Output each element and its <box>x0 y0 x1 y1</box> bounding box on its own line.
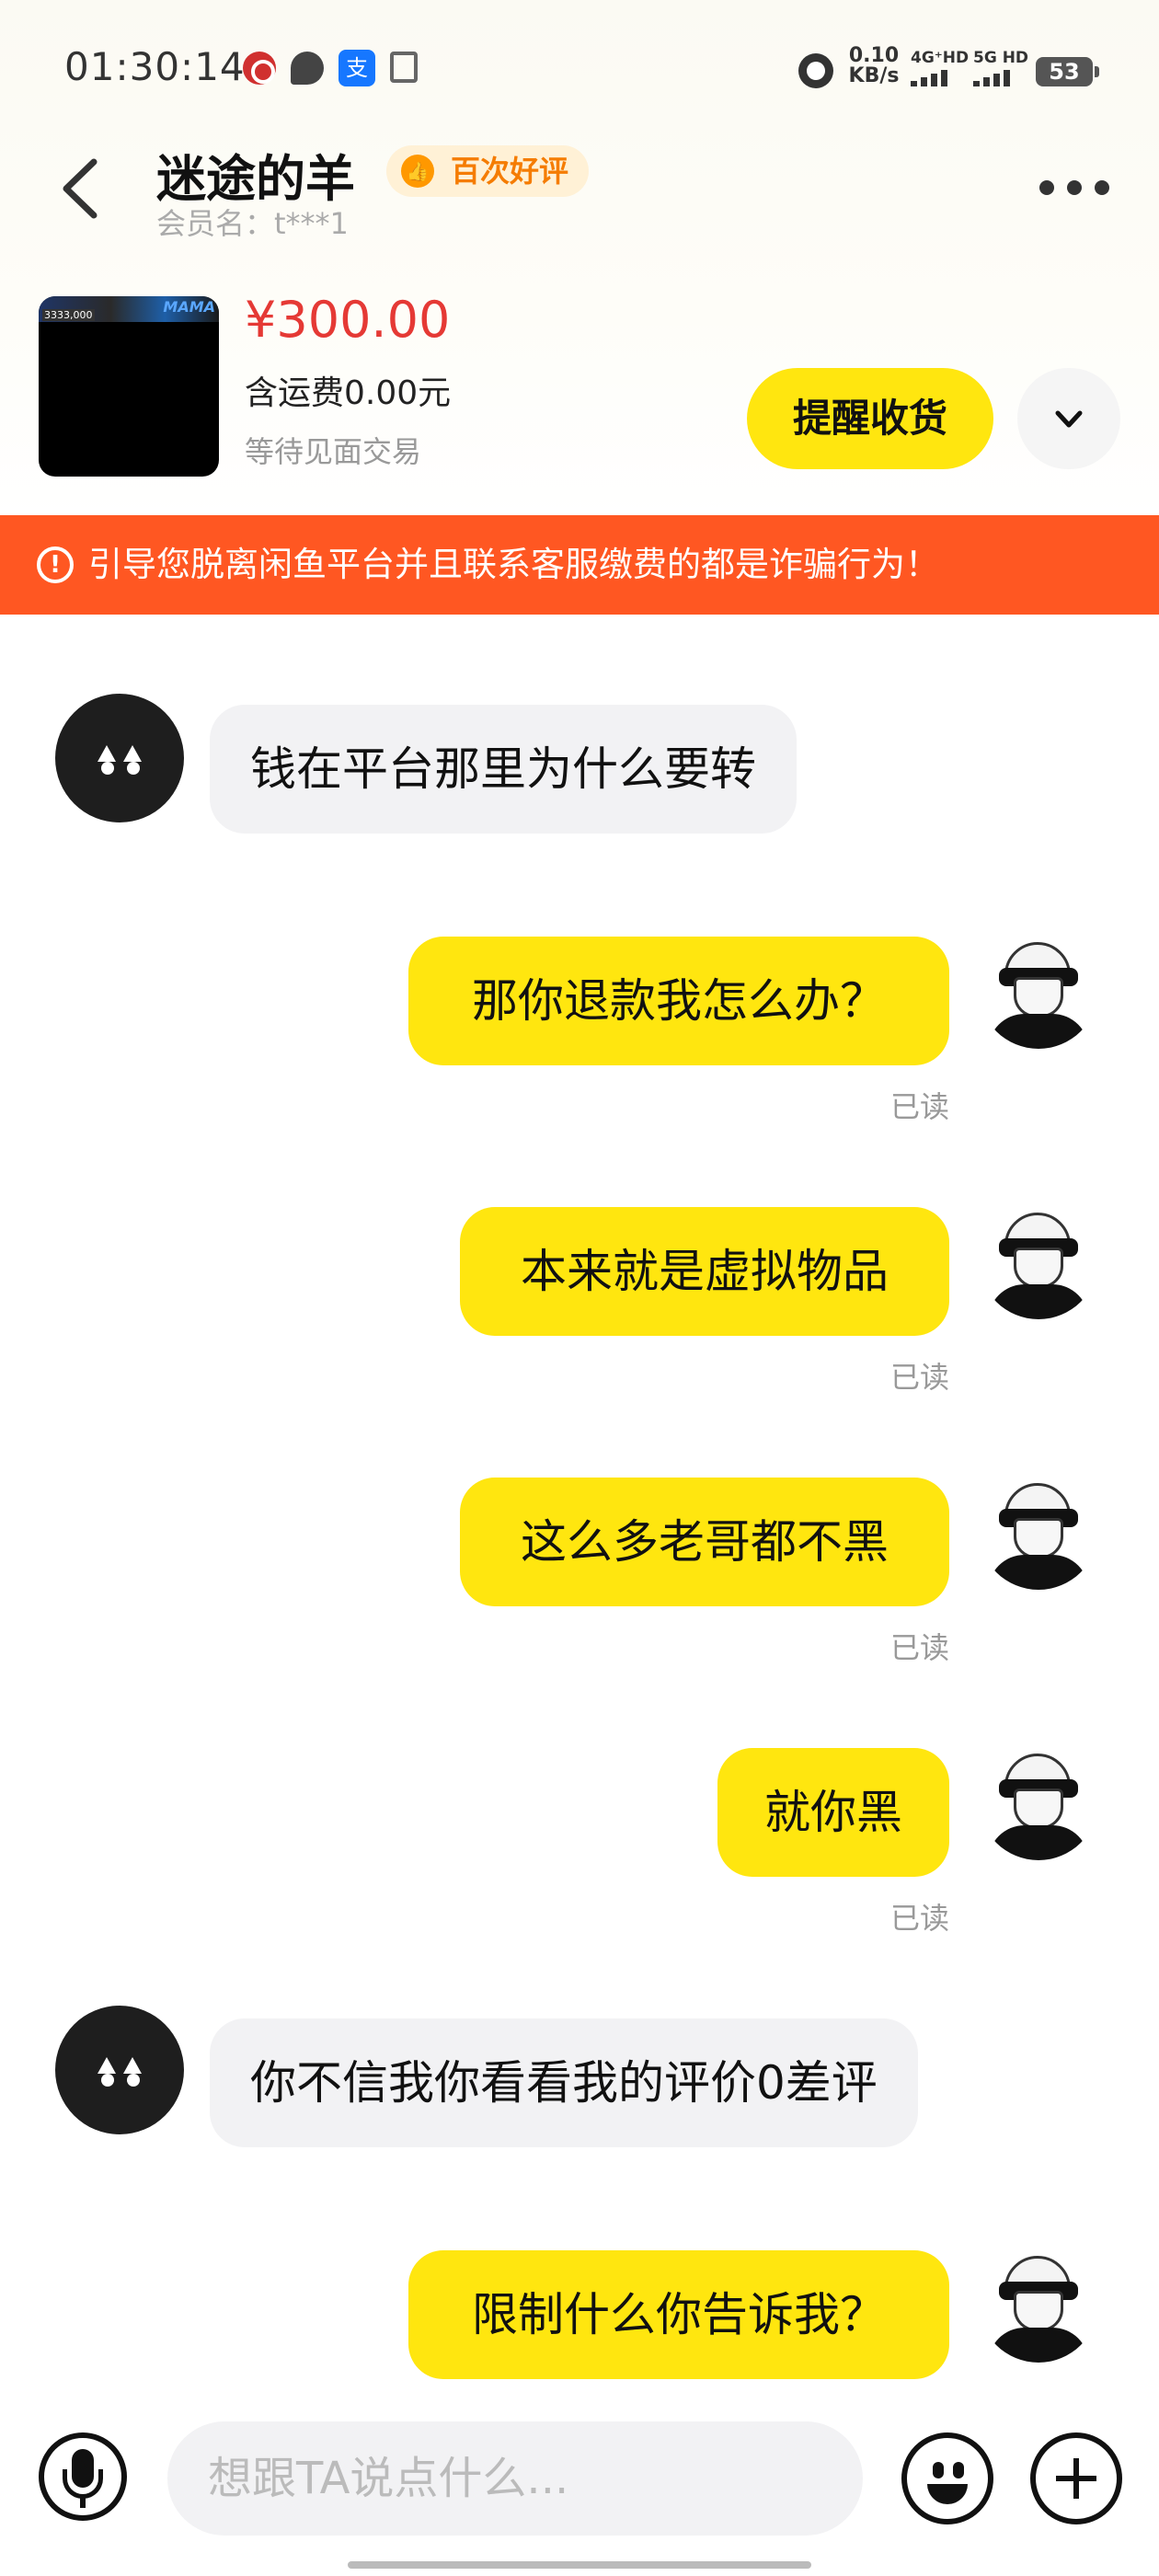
battery-indicator: 53 <box>1036 57 1099 86</box>
product-thumbnail[interactable]: MAMA 3333,000 <box>39 296 219 477</box>
more-options-icon[interactable] <box>1039 177 1109 199</box>
seller-avatar[interactable] <box>55 694 184 822</box>
message-bubble-received[interactable]: 你不信我你看看我的评价0差评 <box>210 2018 918 2147</box>
exclamation-circle-icon: ! <box>37 546 74 583</box>
remind-receipt-button[interactable]: 提醒收货 <box>747 368 993 469</box>
read-receipt: 已读 <box>889 1360 949 1395</box>
alipay-icon: 支 <box>339 50 375 86</box>
signal-4g-label: 4G⁺HD <box>911 49 970 67</box>
chevron-left-icon <box>63 158 98 219</box>
user-avatar[interactable] <box>979 929 1098 1049</box>
message-bubble-sent[interactable]: 这么多老哥都不黑 <box>460 1478 949 1606</box>
status-bar: 01:30:14 支 0.10 KB/s 4G⁺HD 5G HD 53 <box>0 0 1159 138</box>
chat-icon <box>291 52 324 85</box>
read-receipt: 已读 <box>889 1089 949 1124</box>
clipboard-icon <box>390 52 418 83</box>
message-bubble-sent[interactable]: 本来就是虚拟物品 <box>460 1207 949 1336</box>
warning-text: 引导您脱离闲鱼平台并且联系客服缴费的都是诈骗行为！ <box>88 545 939 584</box>
plus-icon[interactable] <box>1030 2432 1122 2524</box>
message-bubble-sent[interactable]: 就你黑 <box>717 1748 949 1877</box>
message-bubble-sent[interactable]: 限制什么你告诉我？ <box>408 2250 949 2379</box>
user-avatar[interactable] <box>979 1200 1098 1319</box>
expand-button[interactable] <box>1017 368 1120 469</box>
chevron-down-icon <box>1055 410 1083 428</box>
signal-bars-icon <box>911 68 970 86</box>
user-avatar[interactable] <box>979 2243 1098 2363</box>
back-button[interactable] <box>53 156 109 221</box>
message-bubble-sent[interactable]: 那你退款我怎么办？ <box>408 937 949 1065</box>
order-status: 等待见面交易 <box>245 434 422 469</box>
signal-4g: 4G⁺HD <box>911 50 970 86</box>
seller-avatar[interactable] <box>55 2006 184 2134</box>
signal-bars-icon <box>973 68 1032 86</box>
message-bubble-received[interactable]: 钱在平台那里为什么要转 <box>210 705 797 834</box>
thumbnail-code: 3333,000 <box>42 309 95 321</box>
read-receipt: 已读 <box>889 1901 949 1936</box>
member-name: 会员名：t***1 <box>156 206 349 241</box>
alarm-icon <box>798 53 833 88</box>
emoji-icon[interactable] <box>901 2432 993 2524</box>
network-speed: 0.10 KB/s <box>846 46 901 86</box>
fraud-warning-banner: ! 引导您脱离闲鱼平台并且联系客服缴费的都是诈骗行为！ <box>0 515 1159 615</box>
bank-icon <box>243 52 276 85</box>
read-receipt: 已读 <box>889 1630 949 1665</box>
shipping-info: 含运费0.00元 <box>245 374 452 412</box>
signal-5g: 5G HD <box>973 50 1032 86</box>
thumbs-up-icon: 👍 <box>401 155 434 188</box>
rating-badge[interactable]: 👍 百次好评 <box>386 145 590 197</box>
user-avatar[interactable] <box>979 1741 1098 1860</box>
network-speed-unit: KB/s <box>848 64 900 87</box>
status-time: 01:30:14 <box>64 44 246 89</box>
microphone-icon[interactable] <box>39 2432 127 2521</box>
rating-badge-label: 百次好评 <box>451 154 569 189</box>
thumbnail-brand: MAMA <box>163 298 215 316</box>
signal-5g-label: 5G HD <box>973 49 1029 67</box>
product-price: ¥300.00 <box>245 291 451 349</box>
user-avatar[interactable] <box>979 1470 1098 1590</box>
message-input[interactable] <box>167 2421 863 2536</box>
home-indicator[interactable] <box>348 2561 811 2569</box>
network-speed-value: 0.10 <box>848 44 900 67</box>
